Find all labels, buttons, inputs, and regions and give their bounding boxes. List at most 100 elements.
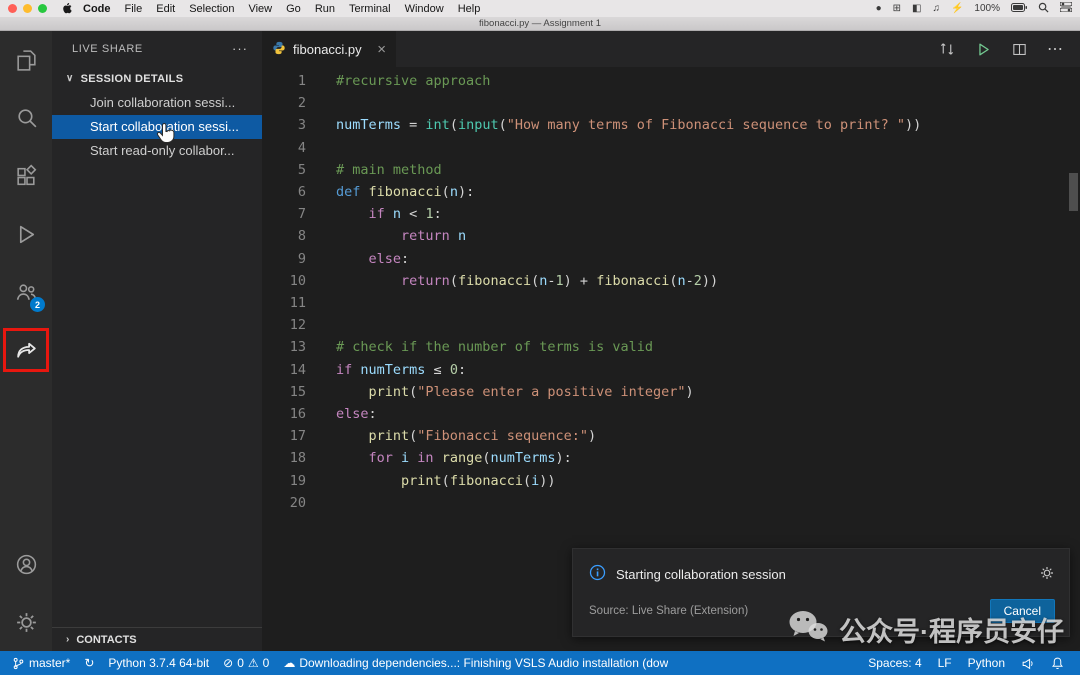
battery-percentage: 100%	[974, 3, 1000, 14]
menu-items: CodeFileEditSelectionViewGoRunTerminalWi…	[76, 3, 487, 15]
code-line-11[interactable]: 11	[262, 292, 1080, 314]
settings-gear-icon[interactable]	[0, 593, 52, 651]
code-line-8[interactable]: 8 return n	[262, 225, 1080, 247]
sidebar-item-2[interactable]: Start read-only collabor...	[52, 139, 262, 163]
contacts-section[interactable]: › CONTACTS	[52, 627, 262, 651]
code-text: numTerms = int(input("How many terms of …	[306, 114, 921, 136]
line-number: 17	[262, 425, 306, 447]
eol-item[interactable]: LF	[938, 656, 952, 670]
recording-indicator-icon[interactable]: ●	[876, 4, 882, 14]
notifications-bell-icon[interactable]	[1051, 656, 1064, 670]
menu-help[interactable]: Help	[451, 3, 488, 15]
menu-terminal[interactable]: Terminal	[342, 3, 398, 15]
language-mode-item[interactable]: Python	[968, 656, 1005, 670]
code-line-17[interactable]: 17 print("Fibonacci sequence:")	[262, 425, 1080, 447]
status-bar: master* ↻ Python 3.7.4 64-bit ⊘ 0 ⚠ 0 ☁ …	[0, 651, 1080, 675]
notification-source: Source: Live Share (Extension)	[589, 605, 748, 617]
menu-view[interactable]: View	[241, 3, 279, 15]
menu-run[interactable]: Run	[308, 3, 342, 15]
cancel-button[interactable]: Cancel	[990, 599, 1055, 623]
menu-edit[interactable]: Edit	[149, 3, 182, 15]
line-number: 16	[262, 403, 306, 425]
line-number: 10	[262, 270, 306, 292]
live-share-icon[interactable]	[0, 321, 52, 379]
line-number: 3	[262, 114, 306, 136]
line-number: 20	[262, 492, 306, 514]
run-debug-icon[interactable]	[0, 205, 52, 263]
apple-menu-icon[interactable]	[61, 2, 72, 15]
menu-code[interactable]: Code	[76, 3, 118, 15]
code-line-5[interactable]: 5# main method	[262, 159, 1080, 181]
python-interpreter-item[interactable]: Python 3.7.4 64-bit	[108, 656, 209, 670]
search-icon[interactable]	[0, 89, 52, 147]
git-branch-item[interactable]: master*	[12, 656, 70, 671]
code-line-16[interactable]: 16else:	[262, 403, 1080, 425]
line-number: 11	[262, 292, 306, 314]
notification-gear-icon[interactable]	[1039, 565, 1055, 584]
code-line-15[interactable]: 15 print("Please enter a positive intege…	[262, 381, 1080, 403]
code-text	[306, 314, 336, 336]
menu-file[interactable]: File	[118, 3, 150, 15]
download-message: Downloading dependencies...: Finishing V…	[299, 656, 668, 670]
code-line-1[interactable]: 1#recursive approach	[262, 70, 1080, 92]
window-controls	[8, 4, 47, 13]
open-changes-icon[interactable]	[938, 40, 956, 58]
power-icon[interactable]: ⚡	[951, 4, 963, 14]
code-line-20[interactable]: 20	[262, 492, 1080, 514]
line-number: 13	[262, 336, 306, 358]
tab-close-icon[interactable]: ×	[377, 41, 386, 58]
code-line-2[interactable]: 2	[262, 92, 1080, 114]
sync-icon[interactable]: ↻	[84, 657, 94, 669]
scrollbar-thumb[interactable]	[1069, 173, 1078, 211]
split-editor-icon[interactable]	[1011, 41, 1028, 58]
code-line-7[interactable]: 7 if n < 1:	[262, 203, 1080, 225]
code-lines: 1#recursive approach23numTerms = int(inp…	[262, 70, 1080, 514]
sidebar-item-1[interactable]: Start collaboration sessi...	[52, 115, 262, 139]
indentation-item[interactable]: Spaces: 4	[868, 656, 921, 670]
code-line-19[interactable]: 19 print(fibonacci(i))	[262, 470, 1080, 492]
run-file-icon[interactable]	[975, 41, 992, 58]
menu-selection[interactable]: Selection	[182, 3, 241, 15]
more-actions-icon[interactable]: ⋯	[1047, 39, 1064, 59]
code-line-10[interactable]: 10 return(fibonacci(n-1) + fibonacci(n-2…	[262, 270, 1080, 292]
spotlight-search-icon[interactable]	[1038, 2, 1049, 16]
control-center-icon[interactable]	[1060, 2, 1072, 15]
code-line-6[interactable]: 6def fibonacci(n):	[262, 181, 1080, 203]
errors-icon: ⊘	[223, 657, 233, 669]
code-line-13[interactable]: 13# check if the number of terms is vali…	[262, 336, 1080, 358]
code-text: else:	[306, 248, 409, 270]
more-actions-icon[interactable]: ···	[232, 41, 248, 56]
code-text	[306, 492, 336, 514]
warnings-icon: ⚠	[248, 657, 259, 669]
code-line-3[interactable]: 3numTerms = int(input("How many terms of…	[262, 114, 1080, 136]
feedback-icon[interactable]	[1021, 657, 1035, 670]
minimize-window-button[interactable]	[23, 4, 32, 13]
people-icon[interactable]: 2	[0, 263, 52, 321]
account-icon[interactable]	[0, 535, 52, 593]
close-window-button[interactable]	[8, 4, 17, 13]
music-icon[interactable]: ♫	[932, 4, 940, 14]
window-titlebar: fibonacci.py — Assignment 1	[0, 17, 1080, 31]
grid-icon[interactable]: ⊞	[893, 4, 901, 14]
line-number: 7	[262, 203, 306, 225]
tab-fibonacci[interactable]: fibonacci.py ×	[262, 31, 396, 67]
explorer-icon[interactable]	[0, 31, 52, 89]
session-details-label: SESSION DETAILS	[81, 73, 184, 85]
code-line-14[interactable]: 14if numTerms ≤ 0:	[262, 359, 1080, 381]
tab-label: fibonacci.py	[293, 42, 362, 57]
sidebar-item-0[interactable]: Join collaboration sessi...	[52, 91, 262, 115]
zoom-window-button[interactable]	[38, 4, 47, 13]
session-details-header[interactable]: ∨ SESSION DETAILS	[52, 66, 262, 91]
sidebar-title: LIVE SHARE	[72, 43, 143, 55]
display-icon[interactable]: ◧	[912, 4, 921, 14]
line-number: 2	[262, 92, 306, 114]
menu-go[interactable]: Go	[279, 3, 308, 15]
problems-item[interactable]: ⊘ 0 ⚠ 0	[223, 656, 269, 670]
code-line-18[interactable]: 18 for i in range(numTerms):	[262, 447, 1080, 469]
code-line-9[interactable]: 9 else:	[262, 248, 1080, 270]
code-line-4[interactable]: 4	[262, 137, 1080, 159]
download-status-item[interactable]: ☁ Downloading dependencies...: Finishing…	[283, 656, 668, 670]
menu-window[interactable]: Window	[398, 3, 451, 15]
code-line-12[interactable]: 12	[262, 314, 1080, 336]
extensions-icon[interactable]	[0, 147, 52, 205]
